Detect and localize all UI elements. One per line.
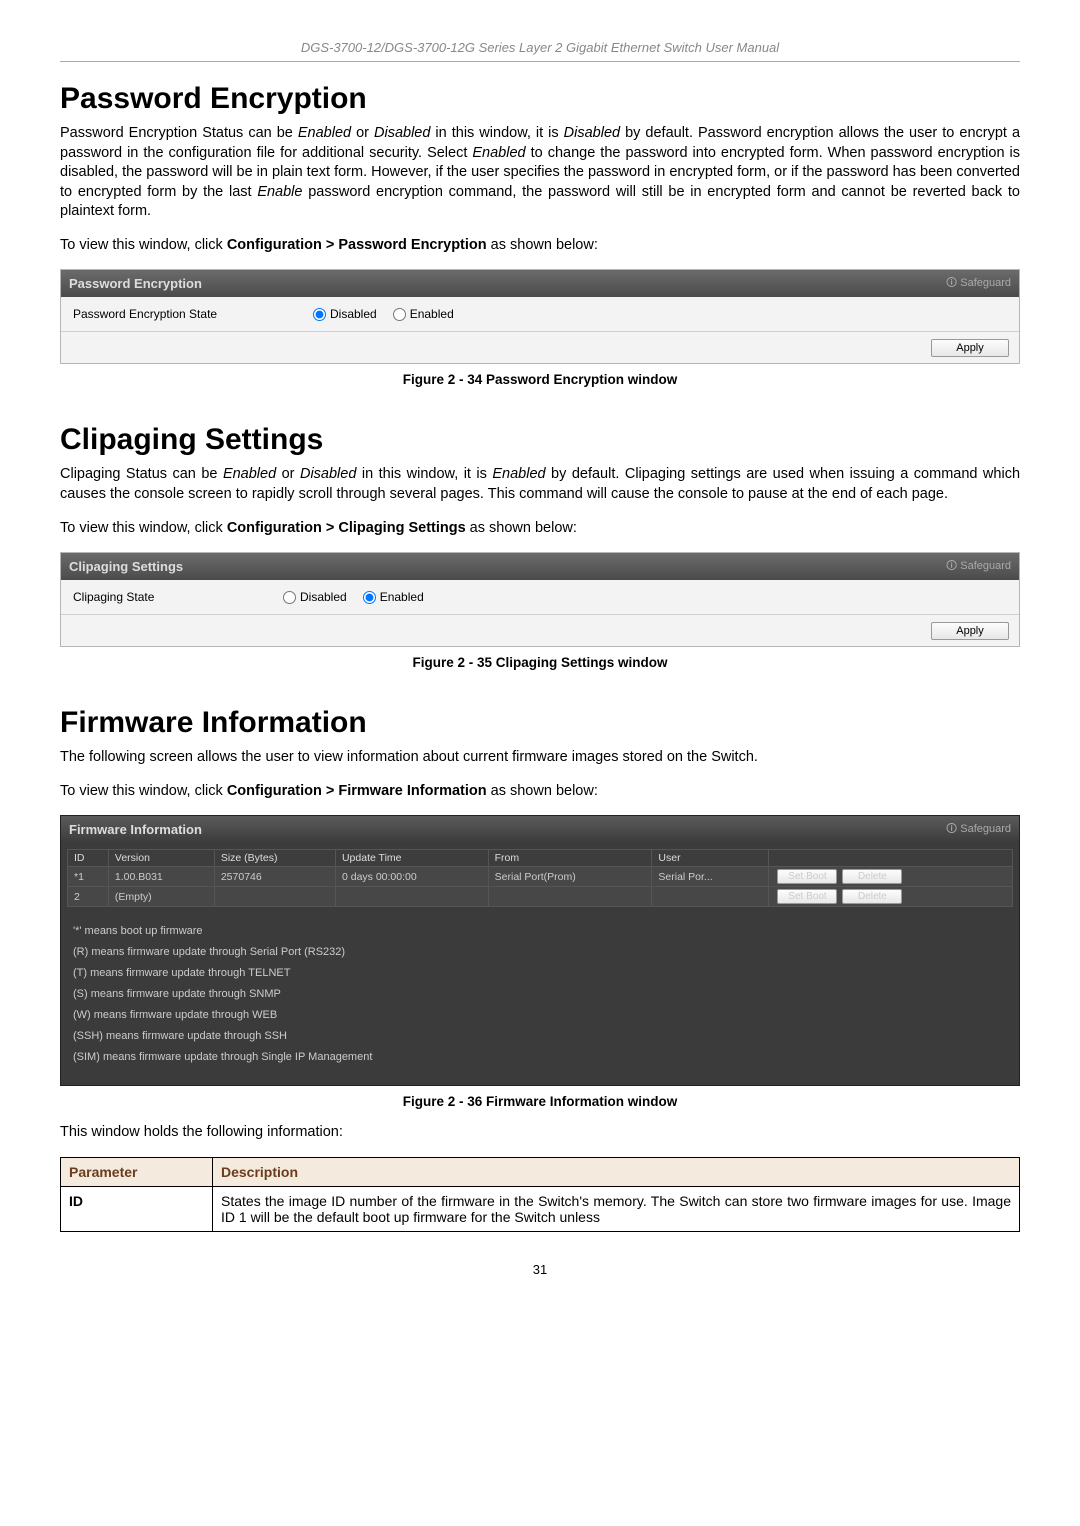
param-table: Parameter Description ID States the imag… <box>60 1157 1020 1232</box>
delete-button[interactable]: Delete <box>842 889 902 904</box>
panel-clipaging: Clipaging Settings 🛈 Safeguard Clipaging… <box>60 552 1020 647</box>
safeguard-label: 🛈 Safeguard <box>946 557 1011 576</box>
param-id: ID <box>61 1186 213 1231</box>
caption-cs: Figure 2 - 35 Clipaging Settings window <box>60 655 1020 670</box>
cell-size: 2570746 <box>214 867 335 887</box>
panel-title-cs: Clipaging Settings 🛈 Safeguard <box>61 553 1019 580</box>
cell-from: Serial Port(Prom) <box>488 867 652 887</box>
cell-id: 2 <box>68 887 109 907</box>
legend-item: (SIM) means firmware update through Sing… <box>73 1047 1007 1068</box>
panel-title-label: Firmware Information <box>69 822 202 837</box>
pe-radio-enabled[interactable]: Enabled <box>393 307 454 321</box>
doc-header: DGS-3700-12/DGS-3700-12G Series Layer 2 … <box>60 40 1020 62</box>
instr-password-encryption: To view this window, click Configuration… <box>60 236 1020 256</box>
heading-password-encryption: Password Encryption <box>60 82 1020 116</box>
safeguard-text: Safeguard <box>960 560 1011 572</box>
page-number: 31 <box>60 1262 1020 1277</box>
cell-user <box>652 887 769 907</box>
param-header-parameter: Parameter <box>61 1157 213 1186</box>
cs-radio-disabled[interactable]: Disabled <box>283 590 347 604</box>
cs-radio-disabled-label: Disabled <box>300 590 347 604</box>
para-clipaging: Clipaging Status can be Enabled or Disab… <box>60 465 1020 504</box>
cs-radio-enabled[interactable]: Enabled <box>363 590 424 604</box>
cell-version: 1.00.B031 <box>108 867 214 887</box>
safeguard-text: Safeguard <box>960 823 1011 835</box>
cell-update-time <box>335 887 488 907</box>
cs-row-label: Clipaging State <box>73 590 253 604</box>
after-caption-fi: This window holds the following informat… <box>60 1123 1020 1143</box>
cs-radio-enabled-label: Enabled <box>380 590 424 604</box>
legend-item: (S) means firmware update through SNMP <box>73 984 1007 1005</box>
cell-user: Serial Por... <box>652 867 769 887</box>
panel-title-fi: Firmware Information 🛈 Safeguard <box>61 816 1019 843</box>
heading-firmware-info: Firmware Information <box>60 706 1020 740</box>
panel-title-label: Password Encryption <box>69 276 202 291</box>
table-row: *1 1.00.B031 2570746 0 days 00:00:00 Ser… <box>68 867 1013 887</box>
col-size: Size (Bytes) <box>214 850 335 867</box>
legend-item: (T) means firmware update through TELNET <box>73 963 1007 984</box>
legend-item: (SSH) means firmware update through SSH <box>73 1026 1007 1047</box>
legend-list: '*' means boot up firmware (R) means fir… <box>67 917 1013 1079</box>
col-user: User <box>652 850 769 867</box>
cell-size <box>214 887 335 907</box>
cell-id: *1 <box>68 867 109 887</box>
set-boot-button[interactable]: Set Boot <box>777 889 837 904</box>
safeguard-label: 🛈 Safeguard <box>946 274 1011 293</box>
panel-password-encryption: Password Encryption 🛈 Safeguard Password… <box>60 269 1020 364</box>
legend-item: '*' means boot up firmware <box>73 921 1007 942</box>
panel-title-label: Clipaging Settings <box>69 559 183 574</box>
legend-item: (R) means firmware update through Serial… <box>73 942 1007 963</box>
set-boot-button[interactable]: Set Boot <box>777 869 837 884</box>
table-row: 2 (Empty) Set Boot Delete <box>68 887 1013 907</box>
instr-firmware: To view this window, click Configuration… <box>60 782 1020 802</box>
panel-title-pe: Password Encryption 🛈 Safeguard <box>61 270 1019 297</box>
param-header-description: Description <box>213 1157 1020 1186</box>
firmware-table: ID Version Size (Bytes) Update Time From… <box>67 849 1013 907</box>
col-update-time: Update Time <box>335 850 488 867</box>
pe-radio-disabled[interactable]: Disabled <box>313 307 377 321</box>
col-from: From <box>488 850 652 867</box>
safeguard-label: 🛈 Safeguard <box>946 820 1011 839</box>
cell-version: (Empty) <box>108 887 214 907</box>
pe-radio-disabled-label: Disabled <box>330 307 377 321</box>
delete-button[interactable]: Delete <box>842 869 902 884</box>
legend-item: (W) means firmware update through WEB <box>73 1005 1007 1026</box>
col-actions <box>769 850 1013 867</box>
para-password-encryption: Password Encryption Status can be Enable… <box>60 124 1020 222</box>
col-version: Version <box>108 850 214 867</box>
pe-apply-button[interactable]: Apply <box>931 339 1009 357</box>
cell-update-time: 0 days 00:00:00 <box>335 867 488 887</box>
cell-from <box>488 887 652 907</box>
heading-clipaging-settings: Clipaging Settings <box>60 423 1020 457</box>
col-id: ID <box>68 850 109 867</box>
pe-row-label: Password Encryption State <box>73 307 283 321</box>
panel-firmware: Firmware Information 🛈 Safeguard ID Vers… <box>60 815 1020 1086</box>
caption-pe: Figure 2 - 34 Password Encryption window <box>60 372 1020 387</box>
cs-apply-button[interactable]: Apply <box>931 622 1009 640</box>
param-desc: States the image ID number of the firmwa… <box>213 1186 1020 1231</box>
instr-clipaging: To view this window, click Configuration… <box>60 519 1020 539</box>
safeguard-text: Safeguard <box>960 277 1011 289</box>
caption-fi: Figure 2 - 36 Firmware Information windo… <box>60 1094 1020 1109</box>
para-firmware: The following screen allows the user to … <box>60 748 1020 768</box>
pe-radio-enabled-label: Enabled <box>410 307 454 321</box>
